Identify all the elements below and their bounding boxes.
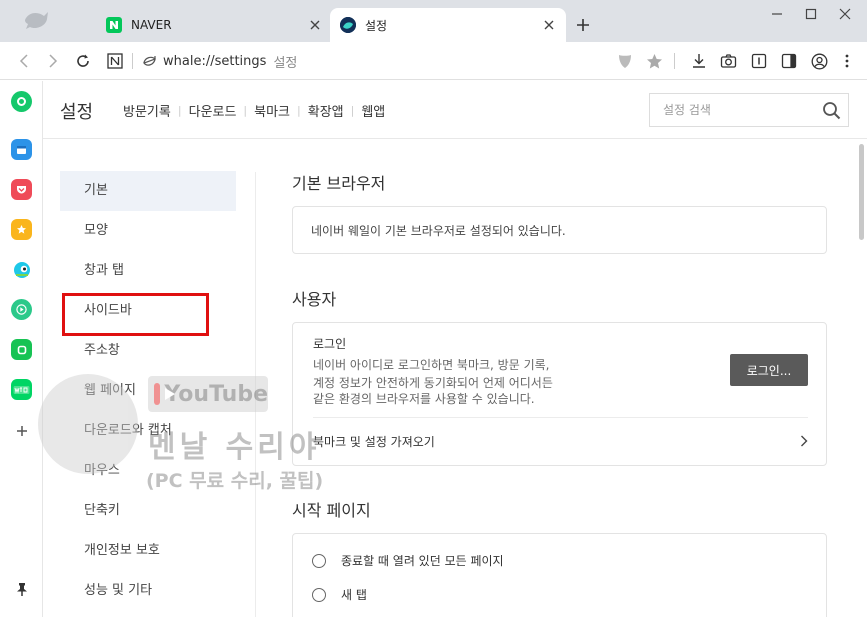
start-page-card: 종료할 때 열려 있던 모든 페이지 새 탭 bbox=[292, 533, 827, 617]
new-tab-icon[interactable] bbox=[572, 14, 594, 36]
nav-item-privacy[interactable]: 개인정보 보호 bbox=[60, 531, 236, 571]
radio-label: 종료할 때 열려 있던 모든 페이지 bbox=[341, 554, 504, 568]
camera-capture-icon[interactable] bbox=[717, 50, 739, 72]
settings-search-box bbox=[649, 93, 849, 127]
radio-button[interactable] bbox=[312, 553, 326, 568]
divider: | bbox=[177, 104, 182, 117]
download-icon[interactable] bbox=[688, 50, 710, 72]
naver-home-icon[interactable] bbox=[104, 50, 126, 72]
nav-item-basic[interactable]: 기본 bbox=[60, 171, 236, 211]
whale-icon bbox=[340, 17, 356, 33]
settings-header: 설정 방문기록 | 다운로드 | 북마크 | 확장앱 | 웹앱 bbox=[43, 81, 867, 139]
address-bar: whale://settings 설정 bbox=[0, 42, 867, 80]
tab-settings[interactable]: 설정 bbox=[330, 8, 566, 42]
login-button[interactable]: 로그인... bbox=[730, 354, 808, 386]
whale-logo-icon bbox=[25, 12, 48, 29]
green-square-app-icon[interactable] bbox=[11, 339, 32, 360]
add-app-icon[interactable] bbox=[11, 420, 32, 441]
section-title-default-browser: 기본 브라우저 bbox=[292, 174, 386, 193]
more-menu-icon[interactable] bbox=[836, 50, 858, 72]
pin-icon[interactable] bbox=[11, 579, 32, 600]
search-icon[interactable] bbox=[814, 101, 848, 120]
settings-nav: 기본 모양 창과 탭 사이드바 주소창 웹 페이지 다운로드와 캡처 마우스 단… bbox=[43, 140, 255, 617]
nav-item-windows-tabs[interactable]: 창과 탭 bbox=[60, 251, 236, 291]
user-card: 로그인 네이버 아이디로 로그인하면 북마크, 방문 기록, 계정 정보가 안전… bbox=[292, 322, 827, 466]
header-nav: 방문기록 | 다운로드 | 북마크 | 확장앱 | 웹앱 bbox=[123, 101, 385, 120]
close-window-icon[interactable] bbox=[830, 4, 860, 24]
nav-item-shortcuts[interactable]: 단축키 bbox=[60, 491, 236, 531]
highlight-box bbox=[62, 293, 209, 336]
green-dot-app-icon[interactable] bbox=[11, 91, 32, 112]
chevron-right-icon bbox=[801, 435, 808, 447]
close-tab-icon[interactable] bbox=[304, 14, 326, 36]
nav-link-bookmarks[interactable]: 북마크 bbox=[254, 101, 290, 120]
divider bbox=[674, 53, 675, 69]
start-option-new-tab[interactable]: 새 탭 bbox=[312, 586, 367, 603]
tab-naver[interactable]: NAVER bbox=[96, 8, 332, 42]
login-description-line: 계정 정보가 안전하게 동기화되어 언제 어디서든 bbox=[313, 376, 553, 390]
divider: | bbox=[350, 104, 355, 117]
url-field[interactable]: whale://settings 설정 bbox=[142, 50, 297, 72]
nav-item-performance[interactable]: 성능 및 기타 bbox=[60, 571, 236, 611]
nav-item-appearance[interactable]: 모양 bbox=[60, 211, 236, 251]
scroll-thumb[interactable] bbox=[859, 144, 864, 240]
calendar-app-icon[interactable] bbox=[11, 139, 32, 160]
nav-item-web-page[interactable]: 웹 페이지 bbox=[60, 371, 236, 411]
tab-bar: NAVER 설정 bbox=[0, 0, 867, 42]
close-tab-icon[interactable] bbox=[538, 14, 560, 36]
login-description-line: 같은 환경의 브라우저를 사용할 수 있습니다. bbox=[313, 392, 535, 406]
nav-link-webapps[interactable]: 웹앱 bbox=[361, 101, 385, 120]
nav-link-extensions[interactable]: 확장앱 bbox=[308, 101, 344, 120]
nav-item-address-bar[interactable]: 주소창 bbox=[60, 331, 236, 371]
radio-button[interactable] bbox=[312, 587, 326, 602]
divider bbox=[132, 53, 133, 69]
nav-link-history[interactable]: 방문기록 bbox=[123, 101, 171, 120]
default-browser-card: 네이버 웨일이 기본 브라우저로 설정되어 있습니다. bbox=[292, 206, 827, 254]
whale-page-icon bbox=[143, 55, 156, 66]
tab-title: 설정 bbox=[365, 18, 388, 33]
pocket-app-icon[interactable] bbox=[11, 179, 32, 200]
nav-item-mouse[interactable]: 마우스 bbox=[60, 451, 236, 491]
scrollbar[interactable] bbox=[856, 140, 867, 617]
section-title-start-page: 시작 페이지 bbox=[292, 501, 371, 520]
settings-content: 기본 브라우저 네이버 웨일이 기본 브라우저로 설정되어 있습니다. 사용자 … bbox=[256, 140, 856, 617]
url-text: whale://settings bbox=[163, 53, 267, 69]
radio-label: 새 탭 bbox=[341, 588, 367, 602]
back-icon[interactable] bbox=[13, 50, 35, 72]
import-bookmarks-row[interactable]: 북마크 및 설정 가져오기 bbox=[293, 418, 826, 465]
sidebar-toggle-icon[interactable] bbox=[778, 50, 800, 72]
nav-link-downloads[interactable]: 다운로드 bbox=[189, 101, 237, 120]
play-app-icon[interactable] bbox=[11, 299, 32, 320]
naver-n-icon bbox=[106, 17, 122, 33]
section-title-user: 사용자 bbox=[292, 290, 337, 309]
tab-title: NAVER bbox=[131, 18, 172, 32]
reader-mode-icon[interactable] bbox=[748, 50, 770, 72]
divider: | bbox=[243, 104, 248, 117]
maximize-icon[interactable] bbox=[796, 4, 826, 24]
star-bookmark-icon[interactable] bbox=[643, 50, 665, 72]
url-page-label: 설정 bbox=[273, 55, 298, 71]
nav-item-downloads-capture[interactable]: 다운로드와 캡처 bbox=[60, 411, 236, 451]
default-browser-status: 네이버 웨일이 기본 브라우저로 설정되어 있습니다. bbox=[311, 224, 566, 238]
shield-icon[interactable] bbox=[614, 50, 636, 72]
webtoon-app-icon[interactable] bbox=[11, 379, 32, 400]
whale-sidebar bbox=[0, 81, 43, 617]
start-option-restore[interactable]: 종료할 때 열려 있던 모든 페이지 bbox=[312, 552, 504, 569]
login-description-line: 네이버 아이디로 로그인하면 북마크, 방문 기록, bbox=[313, 358, 550, 372]
import-bookmarks-label: 북마크 및 설정 가져오기 bbox=[313, 435, 435, 449]
forward-icon[interactable] bbox=[42, 50, 64, 72]
reload-icon[interactable] bbox=[72, 50, 94, 72]
settings-search-input[interactable] bbox=[650, 103, 814, 117]
minimize-icon[interactable] bbox=[762, 4, 792, 24]
login-heading: 로그인 bbox=[313, 337, 347, 351]
divider: | bbox=[297, 104, 301, 117]
page-title: 설정 bbox=[60, 102, 94, 123]
profile-icon[interactable] bbox=[808, 50, 830, 72]
star-app-icon[interactable] bbox=[11, 219, 32, 240]
papago-app-icon[interactable] bbox=[11, 259, 32, 280]
